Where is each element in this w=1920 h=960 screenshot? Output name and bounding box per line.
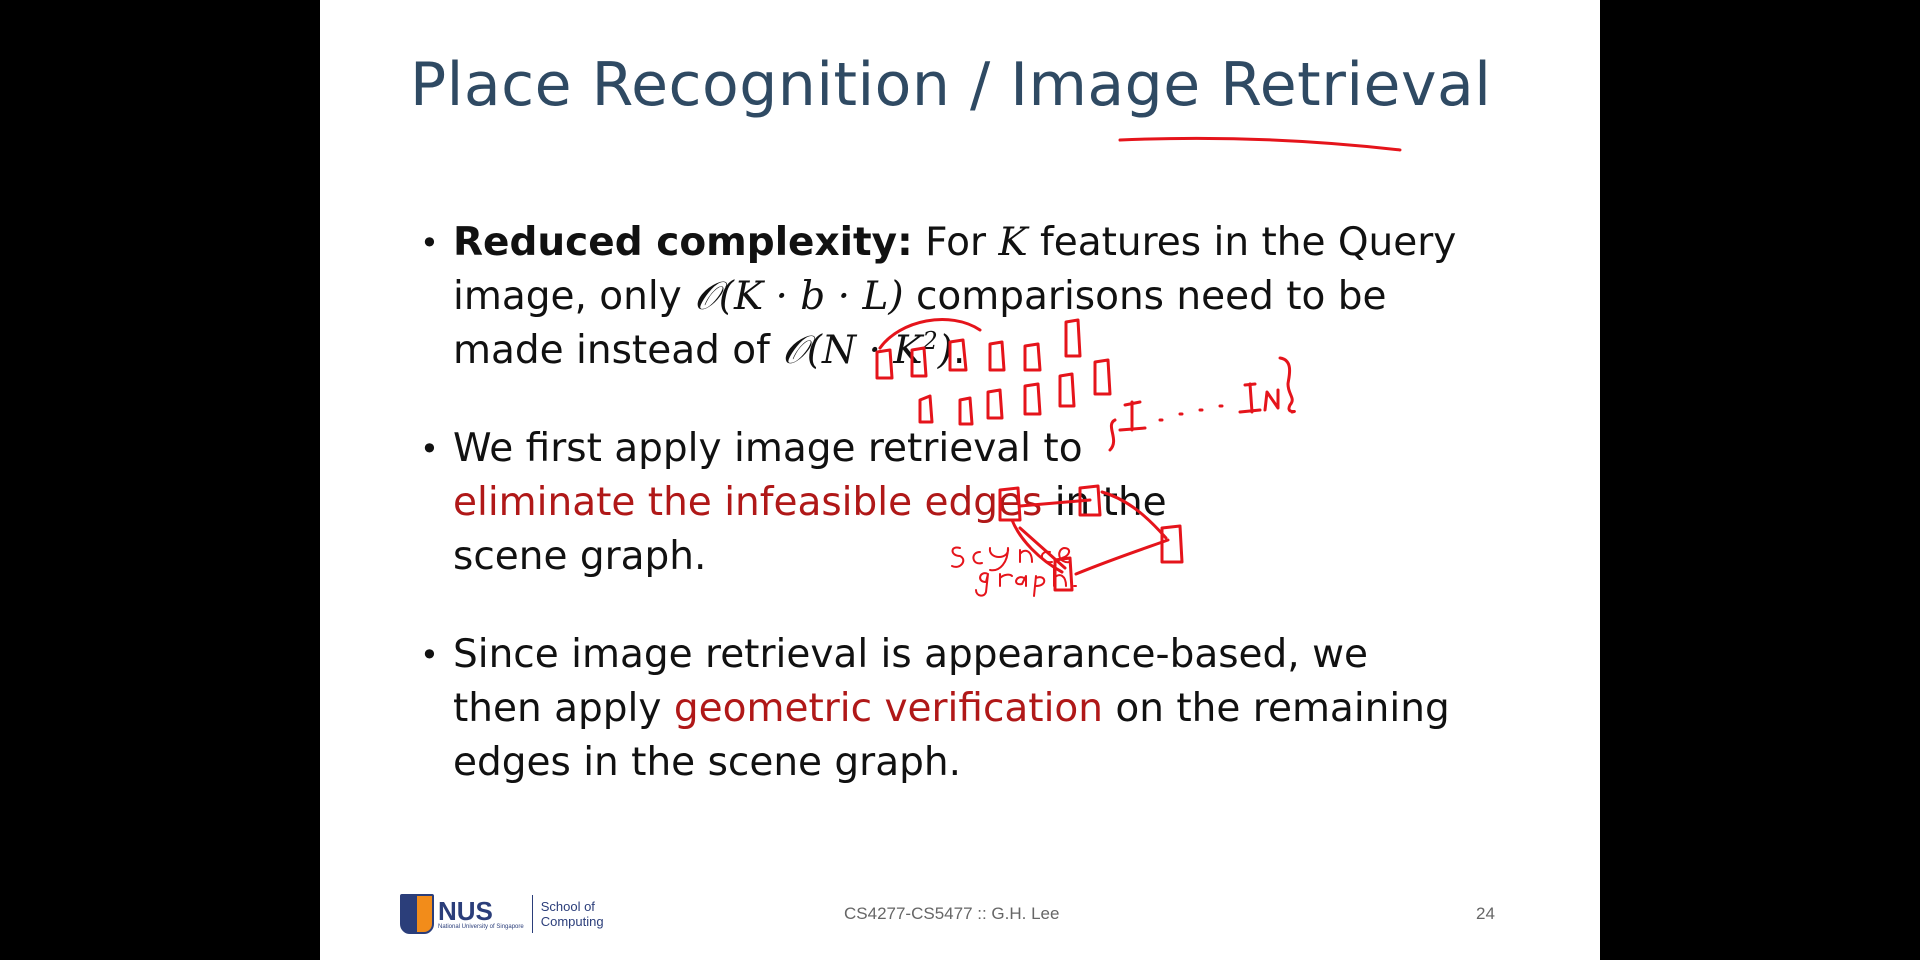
- bullet-dot-icon: •: [420, 224, 439, 262]
- highlight-text: eliminate the infeasible edges: [453, 480, 1043, 525]
- bullet-text: .: [952, 328, 966, 373]
- bullet-bold-lead: Reduced complexity:: [453, 220, 913, 265]
- bullet-dot-icon: •: [420, 636, 439, 674]
- bullet-dot-icon: •: [420, 430, 439, 468]
- bullet-text: For: [912, 220, 999, 265]
- nus-crest-icon: [400, 894, 434, 934]
- bullet-list: • Reduced complexity: For K features in …: [420, 216, 1480, 834]
- math-exponent: 2: [922, 327, 938, 355]
- math-part: ): [937, 328, 953, 373]
- bullet-verification: • Since image retrieval is appearance-ba…: [420, 628, 1453, 790]
- bullet-retrieval: • We first apply image retrieval to elim…: [420, 422, 1193, 584]
- logo-divider: [531, 895, 533, 933]
- school-name: School of Computing: [540, 899, 604, 929]
- page-number: 24: [1476, 904, 1495, 923]
- title-underline: [1118, 136, 1402, 152]
- math-complexity-brute: 𝒪(N · K2): [782, 328, 953, 373]
- nus-logo: NUS National University of Singapore Sch…: [400, 893, 611, 935]
- math-k: K: [998, 220, 1028, 265]
- slide-title: Place Recognition / Image Retrieval: [410, 50, 1492, 120]
- highlight-text: geometric verification: [673, 686, 1103, 731]
- bullet-complexity: • Reduced complexity: For K features in …: [420, 216, 1480, 378]
- logo-sub: National University of Singapore: [438, 923, 524, 930]
- math-part: 𝒪(N · K: [782, 328, 923, 373]
- logo-main: NUS: [438, 895, 493, 926]
- course-footer: CS4277-CS5477 :: G.H. Lee: [844, 904, 1060, 923]
- math-complexity-retrieval: 𝒪(K · b · L): [694, 274, 904, 319]
- bullet-text: We first apply image retrieval to: [453, 426, 1083, 471]
- slide: Place Recognition / Image Retrieval • Re…: [320, 0, 1600, 960]
